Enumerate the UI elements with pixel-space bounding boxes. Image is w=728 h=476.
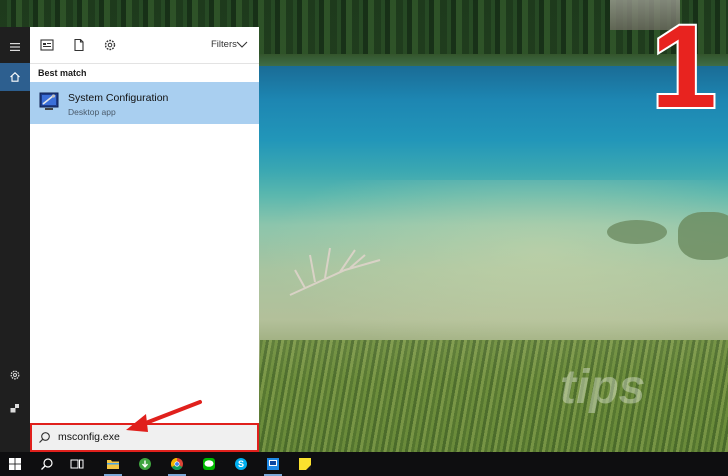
taskbar: S [0, 452, 728, 476]
home-button[interactable] [0, 63, 30, 91]
photo-app-button[interactable] [258, 452, 288, 476]
file-explorer-button[interactable] [98, 452, 128, 476]
gear-icon[interactable] [103, 38, 117, 52]
result-subtitle: Desktop app [68, 107, 116, 117]
photo-app-icon [267, 458, 279, 470]
water-plant-patch [607, 220, 667, 244]
step-number: 1 [649, 1, 719, 133]
account-button[interactable] [0, 394, 30, 422]
divider [30, 63, 259, 64]
user-icon [10, 404, 19, 413]
document-icon[interactable] [72, 38, 86, 52]
skype-button[interactable]: S [226, 452, 256, 476]
apps-icon[interactable] [40, 38, 54, 52]
search-panel: Filters Best match System Configuration … [30, 27, 259, 452]
line-app-icon [203, 458, 215, 470]
gear-icon [10, 370, 20, 380]
driftwood-branch [289, 247, 381, 296]
chrome-icon [170, 458, 183, 471]
start-button[interactable] [0, 452, 30, 476]
settings-button[interactable] [0, 361, 30, 389]
search-icon [39, 432, 50, 443]
water-plant-patch [678, 212, 728, 260]
download-app-button[interactable] [130, 452, 160, 476]
taskbar-search-button[interactable] [32, 452, 62, 476]
download-app-icon [139, 458, 151, 470]
sticky-notes-button[interactable] [290, 452, 320, 476]
annotation-arrow [126, 400, 202, 432]
chrome-button[interactable] [162, 452, 192, 476]
chevron-down-icon[interactable] [236, 40, 248, 49]
search-toolbar: Filters [30, 27, 259, 63]
hamburger-menu-icon [10, 43, 20, 51]
windows-start-icon [9, 458, 21, 470]
start-rail [0, 27, 30, 452]
filters-button[interactable]: Filters [211, 39, 237, 50]
line-app-button[interactable] [194, 452, 224, 476]
system-configuration-icon [39, 92, 59, 110]
svg-text:S: S [238, 459, 244, 469]
hamburger-menu-button[interactable] [0, 33, 30, 61]
skype-icon: S [235, 458, 247, 470]
search-icon [41, 458, 53, 470]
watermark-logo: tips [560, 361, 646, 414]
result-title: System Configuration [68, 92, 169, 104]
home-icon [10, 72, 20, 82]
task-view-button[interactable] [62, 452, 92, 476]
task-view-icon [70, 459, 84, 469]
best-match-result[interactable]: System Configuration Desktop app [30, 82, 259, 124]
sticky-notes-icon [299, 458, 311, 470]
section-label: Best match [38, 68, 87, 78]
file-explorer-icon [107, 460, 119, 469]
